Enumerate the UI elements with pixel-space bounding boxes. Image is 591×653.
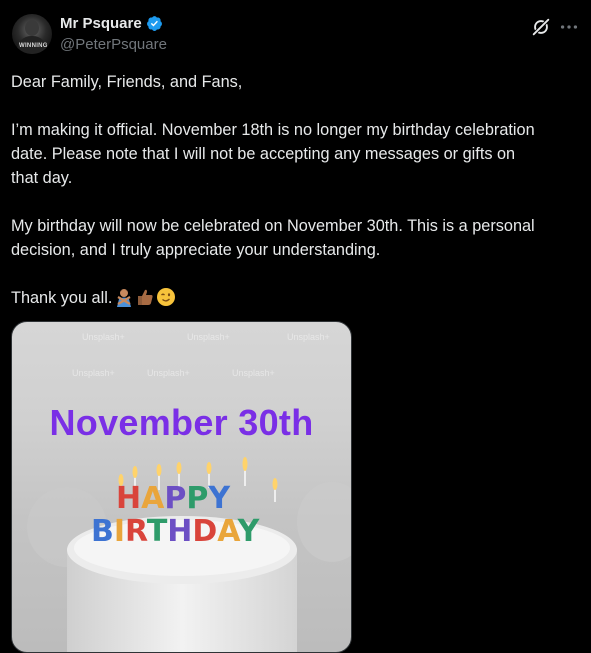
candle-letter: HAPPY [116, 481, 231, 516]
candle-letter: BIRTHDAY [91, 514, 261, 549]
candle-letters: HAPPY BIRTHDAY [91, 481, 261, 549]
tweet-header: WINNING Mr Psquare @PeterPsquare [10, 12, 581, 56]
author-name[interactable]: Mr Psquare [60, 15, 142, 32]
avatar[interactable]: WINNING [12, 14, 52, 54]
emoji-row [114, 287, 176, 307]
person-gesturing-no-emoji [117, 289, 132, 307]
tweet-paragraph-new-date: My birthday will now be celebrated on No… [11, 217, 535, 259]
thanks-text: Thank you all. [11, 289, 113, 307]
avatar-shirt-text: WINNING [19, 43, 48, 49]
author-handle[interactable]: @PeterPsquare [60, 36, 167, 53]
avatar-head [25, 20, 39, 36]
thumbs-up-medium-dark-emoji [138, 289, 153, 305]
grok-icon[interactable] [530, 16, 552, 38]
more-options-icon[interactable] [558, 16, 580, 38]
tweet-text: Dear Family, Friends, and Fans, I’m maki… [11, 70, 581, 310]
winking-face-emoji [157, 288, 176, 306]
tweet-media-image[interactable]: Unsplash+ Unsplash+ Unsplash+ Unsplash+ … [11, 321, 352, 653]
tweet-paragraph-greeting: Dear Family, Friends, and Fans, [11, 73, 243, 91]
tweet-paragraph-announcement: I’m making it official. November 18th is… [11, 121, 535, 187]
author-name-row[interactable]: Mr Psquare [60, 15, 163, 32]
verified-badge-icon [146, 16, 162, 31]
tweet-paragraph-thanks: Thank you all. [11, 286, 581, 310]
